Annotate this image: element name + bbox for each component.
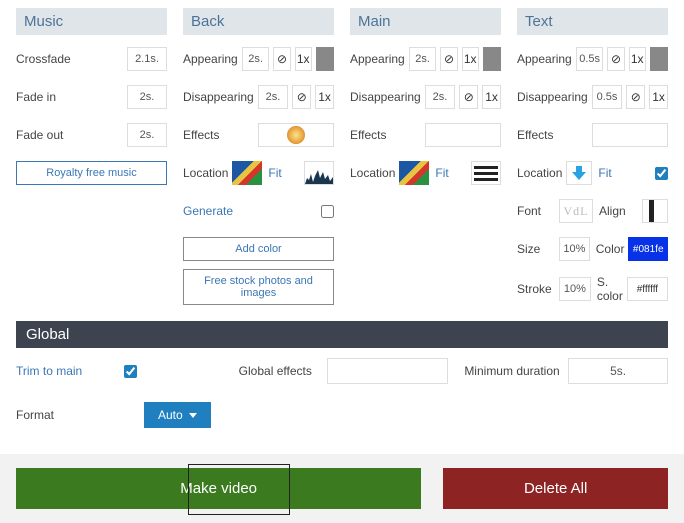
main-disappearing-none-icon[interactable]: ⊘ (459, 85, 478, 109)
align-thumb[interactable] (642, 199, 668, 223)
delete-all-button[interactable]: Delete All (443, 468, 668, 509)
global-effects-label: Global effects (239, 364, 327, 378)
text-appearing-none-icon[interactable]: ⊘ (607, 47, 624, 71)
section-global: Trim to main Global effects Minimum dura… (0, 358, 684, 448)
add-color-button[interactable]: Add color (183, 237, 334, 261)
text-font-label: Font (517, 204, 555, 218)
text-appearing-mult[interactable]: 1x (629, 47, 646, 71)
text-align-label: Align (599, 204, 638, 218)
text-stroke-input[interactable]: 10% (559, 277, 591, 301)
down-arrow-icon[interactable] (566, 161, 592, 185)
format-dropdown[interactable]: Auto (144, 402, 211, 428)
section-main: Main Appearing 2s. ⊘ 1x Disappearing 2s.… (350, 8, 501, 317)
back-fit-label[interactable]: Fit (268, 166, 281, 180)
text-appearing-label: Appearing (517, 52, 572, 66)
text-color-swatch[interactable]: #081fe (628, 237, 668, 261)
main-location-label: Location (350, 166, 395, 180)
main-disappearing-mult[interactable]: 1x (482, 85, 501, 109)
royalty-free-music-button[interactable]: Royalty free music (16, 161, 167, 185)
back-appearing-input[interactable]: 2s. (242, 47, 270, 71)
fadeout-input[interactable]: 2s. (127, 123, 167, 147)
text-location-checkbox[interactable] (655, 167, 668, 180)
main-effects-input[interactable] (425, 123, 501, 147)
text-scolor-label: S. color (597, 275, 623, 303)
back-disappearing-label: Disappearing (183, 90, 254, 104)
footer: Make video Delete All (0, 454, 684, 523)
main-appearing-mult[interactable]: 1x (462, 47, 479, 71)
format-label: Format (16, 408, 124, 422)
text-stroke-label: Stroke (517, 282, 555, 296)
text-appearing-input[interactable]: 0.5s (576, 47, 604, 71)
main-disappearing-label: Disappearing (350, 90, 421, 104)
skyline-thumb[interactable] (304, 161, 334, 185)
section-music: Music Crossfade 2.1s. Fade in 2s. Fade o… (16, 8, 167, 317)
free-stock-button[interactable]: Free stock photos and images (183, 269, 334, 305)
back-disappearing-mult[interactable]: 1x (315, 85, 334, 109)
section-back: Back Appearing 2s. ⊘ 1x Disappearing 2s.… (183, 8, 334, 317)
text-scolor-swatch[interactable]: #ffffff (627, 277, 668, 301)
back-generate-label[interactable]: Generate (183, 204, 303, 218)
parrot-thumb[interactable] (232, 161, 262, 185)
text-size-label: Size (517, 242, 555, 256)
back-title: Back (183, 8, 334, 35)
back-appearing-swatch[interactable] (316, 47, 334, 71)
text-size-input[interactable]: 10% (559, 237, 590, 261)
text-disappearing-none-icon[interactable]: ⊘ (626, 85, 645, 109)
crossfade-input[interactable]: 2.1s. (127, 47, 167, 71)
main-title: Main (350, 8, 501, 35)
main-effects-label: Effects (350, 128, 421, 142)
back-generate-checkbox[interactable] (321, 205, 334, 218)
text-disappearing-mult[interactable]: 1x (649, 85, 668, 109)
text-fit-label[interactable]: Fit (598, 166, 611, 180)
text-location-label: Location (517, 166, 562, 180)
global-title: Global (16, 321, 668, 348)
fadeout-label: Fade out (16, 128, 123, 142)
fadein-input[interactable]: 2s. (127, 85, 167, 109)
back-disappearing-input[interactable]: 2s. (258, 85, 289, 109)
crossfade-label: Crossfade (16, 52, 123, 66)
text-color-label: Color (596, 242, 625, 256)
back-appearing-mult[interactable]: 1x (295, 47, 312, 71)
font-preview[interactable]: VdL (559, 199, 593, 223)
main-appearing-swatch[interactable] (483, 47, 501, 71)
sun-icon (287, 126, 305, 144)
text-effects-label: Effects (517, 128, 588, 142)
bars-thumb[interactable] (471, 161, 501, 185)
back-appearing-none-icon[interactable]: ⊘ (273, 47, 290, 71)
back-disappearing-none-icon[interactable]: ⊘ (292, 85, 311, 109)
mindur-input[interactable]: 5s. (568, 358, 668, 384)
trim-checkbox[interactable] (124, 365, 137, 378)
main-appearing-none-icon[interactable]: ⊘ (440, 47, 457, 71)
caret-down-icon (189, 413, 197, 418)
text-disappearing-label: Disappearing (517, 90, 588, 104)
parrot-thumb-main[interactable] (399, 161, 429, 185)
main-fit-label[interactable]: Fit (435, 166, 448, 180)
main-disappearing-input[interactable]: 2s. (425, 85, 456, 109)
main-appearing-label: Appearing (350, 52, 405, 66)
mindur-label: Minimum duration (464, 364, 568, 378)
back-effects-input[interactable] (258, 123, 334, 147)
section-text: Text Appearing 0.5s ⊘ 1x Disappearing 0.… (517, 8, 668, 317)
back-effects-label: Effects (183, 128, 254, 142)
global-effects-input[interactable] (327, 358, 449, 384)
fadein-label: Fade in (16, 90, 123, 104)
trim-label: Trim to main (16, 364, 124, 378)
back-location-label: Location (183, 166, 228, 180)
text-title: Text (517, 8, 668, 35)
text-disappearing-input[interactable]: 0.5s (592, 85, 623, 109)
text-effects-input[interactable] (592, 123, 668, 147)
music-title: Music (16, 8, 167, 35)
back-appearing-label: Appearing (183, 52, 238, 66)
make-video-button[interactable]: Make video (16, 468, 421, 509)
text-appearing-swatch[interactable] (650, 47, 668, 71)
main-appearing-input[interactable]: 2s. (409, 47, 437, 71)
